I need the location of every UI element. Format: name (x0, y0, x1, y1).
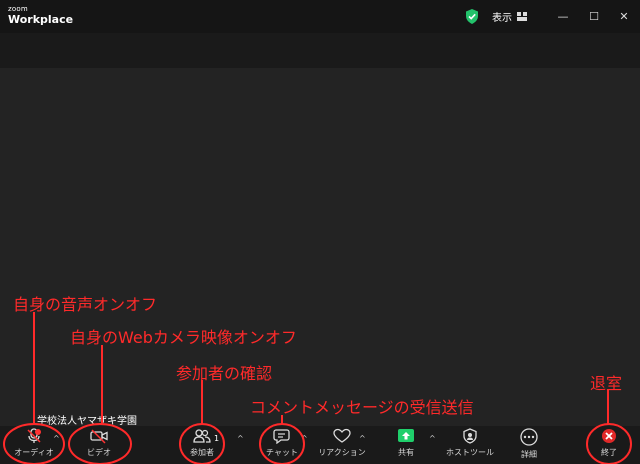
security-shield-icon[interactable] (465, 9, 479, 24)
participant-name-label: 学校法人ヤマザキ学園 (37, 416, 137, 427)
chat-label: チャット (266, 448, 298, 457)
audio-annotation: 自身の音声オンオフ (13, 295, 158, 314)
host-tools-button[interactable]: ホストツール (445, 428, 495, 458)
grid-icon (517, 12, 527, 21)
chat-button[interactable]: チャット (257, 428, 307, 458)
brand-main-text: Workplace (8, 13, 74, 26)
heart-icon (333, 428, 351, 443)
microphone-muted-icon (27, 428, 41, 443)
share-screen-button[interactable]: 共有 (381, 428, 431, 458)
video-annotation: 自身のWebカメラ映像オンオフ (70, 328, 297, 347)
reactions-options-caret[interactable]: ^ (359, 434, 366, 443)
host-tools-label: ホストツール (446, 448, 494, 457)
video-camera-off-icon (90, 429, 108, 444)
app-logo: zoom Workplace (8, 5, 74, 26)
participants-annotation: 参加者の確認 (176, 364, 273, 383)
end-close-icon (602, 429, 616, 443)
audio-label: オーディオ (14, 448, 54, 457)
view-label: 表示 (492, 13, 512, 24)
reactions-button[interactable]: リアクション (317, 428, 367, 458)
shield-icon (463, 428, 477, 444)
video-button[interactable]: ビデオ (74, 428, 124, 458)
chat-annotation: コメントメッセージの受信送信 (250, 398, 474, 417)
chat-options-caret[interactable]: ^ (301, 434, 308, 443)
participant-count-badge: 1 (214, 434, 220, 443)
share-label: 共有 (398, 448, 414, 457)
reactions-label: リアクション (318, 448, 366, 457)
title-bar: zoom Workplace 表示 — ☐ ✕ (0, 0, 640, 33)
audio-button[interactable]: オーディオ (9, 428, 59, 458)
share-screen-icon (398, 429, 414, 442)
leave-annotation: 退室 (590, 374, 623, 393)
gallery-strip (0, 33, 640, 68)
video-stage (0, 68, 640, 426)
minimize-button[interactable]: — (555, 8, 571, 24)
more-dots-icon (520, 428, 538, 446)
more-button[interactable]: 詳細 (504, 428, 554, 460)
close-window-button[interactable]: ✕ (616, 8, 632, 24)
end-meeting-button[interactable]: 終了 (584, 428, 634, 458)
maximize-button[interactable]: ☐ (586, 8, 602, 24)
participants-icon (193, 429, 211, 443)
more-label: 詳細 (521, 450, 537, 459)
view-menu-button[interactable]: 表示 (492, 9, 527, 24)
audio-options-caret[interactable]: ^ (53, 434, 60, 443)
brand-small-text: zoom (8, 5, 28, 13)
end-label: 終了 (601, 448, 617, 457)
participants-label: 参加者 (190, 448, 214, 457)
participants-options-caret[interactable]: ^ (237, 434, 244, 443)
share-options-caret[interactable]: ^ (429, 434, 436, 443)
video-label: ビデオ (87, 448, 111, 457)
chat-bubble-icon (273, 429, 290, 444)
participants-button[interactable]: 参加者 (177, 428, 227, 458)
